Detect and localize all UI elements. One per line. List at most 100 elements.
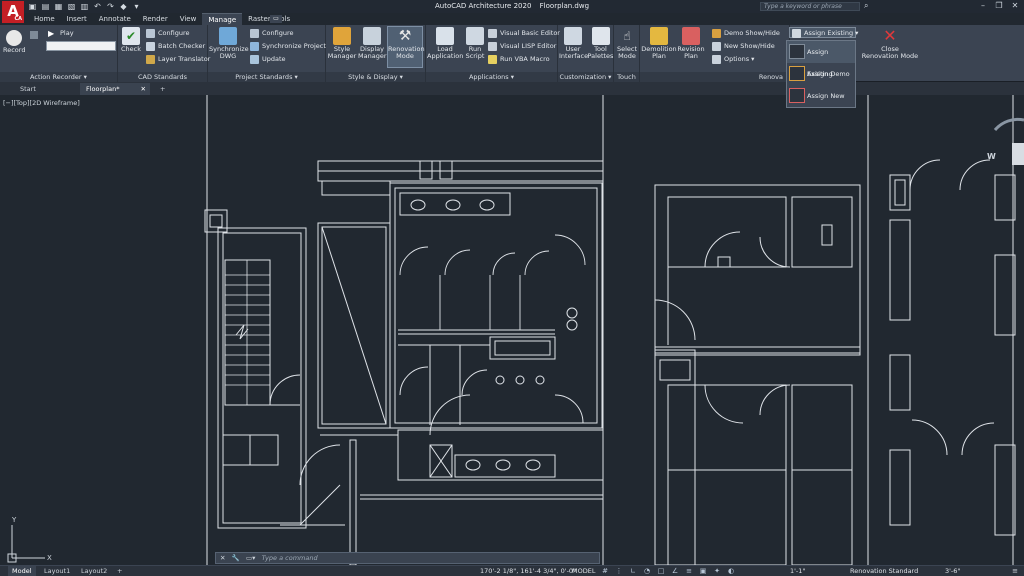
qat-dropdown-icon[interactable]: ▾ <box>132 2 141 11</box>
revision-plan-button[interactable]: Revision Plan <box>677 27 705 60</box>
viewcube-west-label[interactable]: W <box>987 152 996 161</box>
lisp-editor-icon <box>488 41 497 51</box>
tab-layout1[interactable]: Layout1 <box>40 566 74 576</box>
tool-palettes-button[interactable]: Tool Palettes <box>587 27 614 60</box>
tab-annotate[interactable]: Annotate <box>93 13 137 25</box>
otrack-icon[interactable]: ∠ <box>670 567 680 576</box>
close-renovation-button[interactable]: ✕ Close Renovation Mode <box>860 27 920 60</box>
assign-existing-icon <box>792 28 801 38</box>
user-interface-button[interactable]: User Interface <box>559 27 588 60</box>
command-customize-icon[interactable]: 🔧 <box>232 554 240 562</box>
customization-menu-icon[interactable]: ≡ <box>1012 566 1018 576</box>
check-button[interactable]: ✔ Check <box>120 27 142 53</box>
check-icon: ✔ <box>122 27 140 45</box>
run-vba-macro-button[interactable]: Run VBA Macro <box>488 54 550 65</box>
run-script-button[interactable]: Run Script <box>464 27 486 60</box>
command-input[interactable]: Type a command <box>262 554 318 562</box>
configure-project-button[interactable]: Configure <box>250 28 294 39</box>
command-history-icon[interactable]: ▭▾ <box>246 554 255 562</box>
floor-plan-drawing: Y X W <box>7 95 1024 565</box>
model-space-button[interactable]: MODEL <box>572 566 595 576</box>
configure-standards-button[interactable]: Configure <box>146 28 190 39</box>
polar-icon[interactable]: ◔ <box>642 567 652 576</box>
save-icon[interactable]: ▦ <box>54 2 63 11</box>
update-button[interactable]: Update <box>250 54 286 65</box>
select-mode-button[interactable]: ☝ Select Mode <box>615 27 639 60</box>
panel-title-applications[interactable]: Applications ▾ <box>426 72 557 82</box>
synchronize-project-button[interactable]: Synchronize Project <box>250 41 326 52</box>
workspace-icon[interactable]: ◆ <box>119 2 128 11</box>
renovation-mode-button[interactable]: ⚒ Renovation Mode <box>387 26 425 68</box>
record-button[interactable]: Record <box>3 27 25 54</box>
new-icon[interactable]: ▣ <box>28 2 37 11</box>
save-as-icon[interactable]: ▧ <box>67 2 76 11</box>
tab-model[interactable]: Model <box>8 566 36 576</box>
recorder-settings-icon[interactable] <box>30 31 38 39</box>
load-application-icon <box>436 27 454 45</box>
ribbon-options-icon[interactable]: ▭ <box>270 15 282 23</box>
add-layout-button[interactable]: + <box>113 566 126 576</box>
assign-existing-split-button[interactable]: Assign Existing ▾ <box>789 27 858 38</box>
tab-manage[interactable]: Manage <box>202 13 243 25</box>
synchronize-dwg-button[interactable]: Synchronize DWG <box>209 27 249 60</box>
open-icon[interactable]: ▤ <box>41 2 50 11</box>
command-close-icon[interactable]: ✕ <box>220 554 225 562</box>
display-manager-button[interactable]: Display Manager <box>358 27 387 60</box>
panel-title-style-display[interactable]: Style & Display ▾ <box>326 72 425 82</box>
panel-project-standards: Synchronize DWG Configure Synchronize Pr… <box>208 25 326 82</box>
snap-icon[interactable]: ⋮ <box>614 567 624 576</box>
panel-title-customization[interactable]: Customization ▾ <box>558 72 613 82</box>
cut-plane-height[interactable]: 3'-6" <box>945 566 960 576</box>
tab-home[interactable]: Home <box>28 13 61 25</box>
osnap-icon[interactable]: □ <box>656 567 666 576</box>
undo-icon[interactable]: ↶ <box>93 2 102 11</box>
style-manager-button[interactable]: Style Manager <box>327 27 357 60</box>
menu-item-assign-existing[interactable]: Assign Existing <box>787 41 855 78</box>
search-input[interactable]: Type a keyword or phrase <box>760 2 860 11</box>
tab-view[interactable]: View <box>174 13 203 25</box>
grid-icon[interactable]: # <box>600 567 610 576</box>
options-button[interactable]: Options ▾ <box>712 54 754 65</box>
lineweight-icon[interactable]: ≡ <box>684 567 694 576</box>
annotation-icon[interactable]: ✦ <box>712 567 722 576</box>
batch-checker-button[interactable]: Batch Checker <box>146 41 205 52</box>
panel-title-project-standards[interactable]: Project Standards ▾ <box>208 72 325 82</box>
command-line[interactable]: ✕ 🔧 ▭▾ Type a command <box>215 552 600 564</box>
quick-access-toolbar: ▣ ▤ ▦ ▧ ▥ ↶ ↷ ◆ ▾ <box>28 1 141 12</box>
minimize-icon[interactable]: – <box>978 1 988 10</box>
layer-translator-button[interactable]: Layer Translator <box>146 54 210 65</box>
coordinates-readout: 170'-2 1/8", 161'-4 3/4", 0'-0" <box>480 567 577 575</box>
redo-icon[interactable]: ↷ <box>106 2 115 11</box>
demo-show-hide-button[interactable]: Demo Show/Hide <box>712 28 780 39</box>
close-tab-icon[interactable]: ✕ <box>141 83 146 95</box>
new-tab-button[interactable]: + <box>154 83 171 95</box>
new-show-hide-button[interactable]: New Show/Hide <box>712 41 775 52</box>
drawing-canvas[interactable]: [−][Top][2D Wireframe] Y X W <box>0 95 1024 565</box>
macro-select[interactable] <box>46 41 116 51</box>
search-icon[interactable]: ⌕ <box>864 1 874 11</box>
selection-cycling-icon[interactable]: ▣ <box>698 567 708 576</box>
plot-icon[interactable]: ▥ <box>80 2 89 11</box>
tab-layout2[interactable]: Layout2 <box>77 566 111 576</box>
close-icon[interactable]: ✕ <box>1010 1 1020 10</box>
panel-title-action-recorder[interactable]: Action Recorder ▾ <box>0 72 117 82</box>
load-application-button[interactable]: Load Application <box>427 27 463 60</box>
tab-start[interactable]: Start <box>14 83 42 95</box>
annotation-scale[interactable]: 1'-1" <box>790 566 805 576</box>
display-configuration[interactable]: Renovation Standard <box>850 566 918 576</box>
status-bar: Model Layout1 Layout2 + 170'-2 1/8", 161… <box>0 565 1024 576</box>
tab-insert[interactable]: Insert <box>61 13 93 25</box>
tab-floorplan[interactable]: Floorplan* ✕ <box>80 83 150 95</box>
ortho-icon[interactable]: ∟ <box>628 567 638 576</box>
restore-icon[interactable]: ❐ <box>994 1 1004 10</box>
isolate-icon[interactable]: ◐ <box>726 567 736 576</box>
menu-item-assign-new[interactable]: Assign New <box>787 85 855 107</box>
visual-lisp-editor-button[interactable]: Visual LISP Editor <box>488 41 556 52</box>
play-button[interactable]: ▶ Play <box>48 28 74 39</box>
visual-basic-editor-button[interactable]: Visual Basic Editor <box>488 28 560 39</box>
tab-render[interactable]: Render <box>137 13 174 25</box>
synchronize-icon <box>219 27 237 45</box>
menu-item-assign-demo[interactable]: Assign Demo <box>787 63 855 85</box>
demolition-plan-button[interactable]: Demolition Plan <box>641 27 677 60</box>
application-menu-button[interactable]: A CA <box>2 1 24 23</box>
